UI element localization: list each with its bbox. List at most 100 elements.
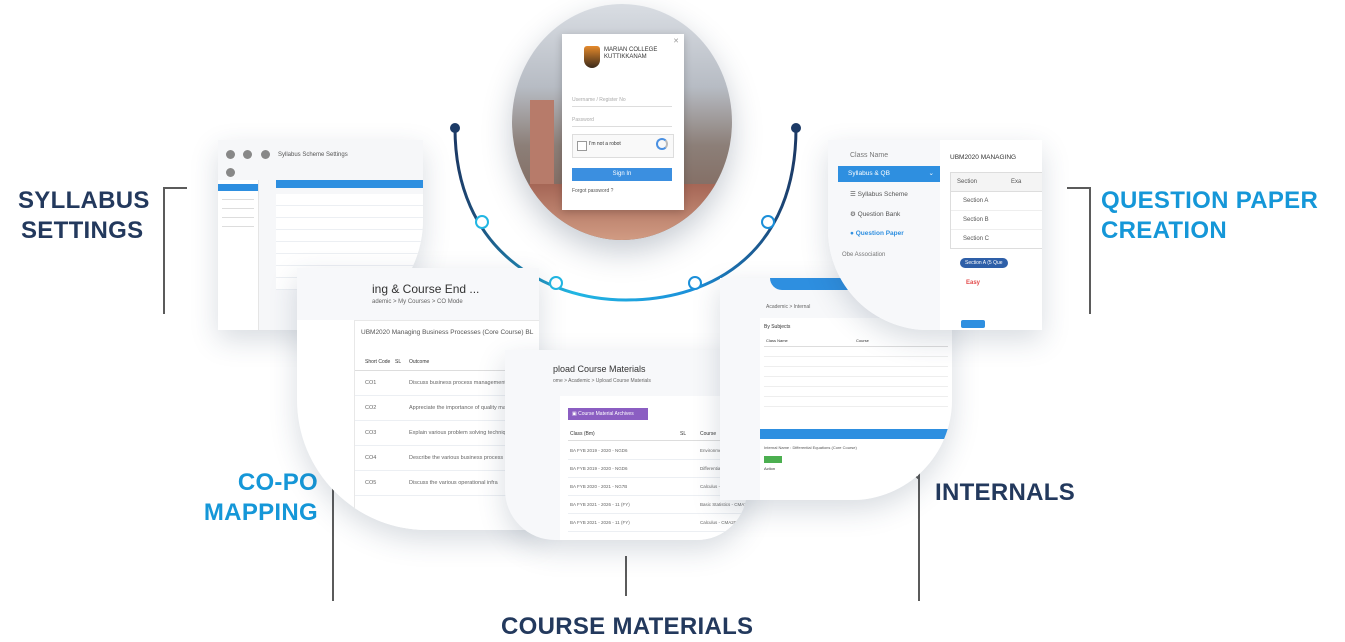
syllabus-settings-label: SYLLABUS SETTINGS [18, 186, 150, 246]
copo-row-code: CO3 [365, 430, 377, 436]
password-field[interactable]: Password [572, 114, 672, 127]
qp-label-line2: CREATION [1101, 217, 1227, 244]
co-po-mapping-preview: ing & Course End ... ademic > My Courses… [297, 268, 539, 530]
materials-panel: ▣ Course Material Archives Class (Bm) SL… [560, 396, 747, 540]
materials-title: pload Course Materials [553, 364, 646, 374]
qp-menu-item-paper[interactable]: ● Question Paper [850, 230, 904, 237]
arc-node-1 [475, 215, 489, 229]
materials-row-class: BA FYB 2019 - 2020 - NGD6 [570, 448, 628, 453]
qp-menu-item-bank[interactable]: ⚙ Question Bank [850, 210, 900, 218]
qp-easy-label: Easy [966, 280, 981, 286]
list-icon: ☰ [850, 191, 856, 198]
qp-menu-item-syllabus[interactable]: ☰ Syllabus Scheme [850, 190, 908, 198]
course-materials-label: COURSE MATERIALS [501, 612, 753, 642]
internals-breadcrumb: Academic > Internal [766, 304, 811, 310]
login-box: ✕ MARIAN COLLEGE KUTTIKKANAM Username / … [562, 34, 684, 210]
qp-sidebar: Class Name Syllabus & QB ⌄ ☰ Syllabus Sc… [828, 140, 940, 330]
copo-row-code: CO5 [365, 480, 377, 486]
qp-section-table: Section Exa Section A Section B Section … [950, 172, 1042, 249]
col-class: Class (Bm) [570, 431, 595, 437]
col-class-name: Class Name [766, 338, 788, 343]
qp-header: UBM2020 MANAGING [950, 154, 1017, 161]
copo-row-code: CO2 [365, 405, 377, 411]
internals-panel: By Subjects Class Name Course Internal N… [760, 318, 952, 500]
qp-menu-item-obe[interactable]: Obe Association [842, 252, 885, 258]
arc-node-4 [761, 215, 775, 229]
grid-icon [243, 150, 253, 159]
internals-action-label: Action [764, 466, 776, 471]
materials-table-row: BA FYB 2021 - 2026 - 11 (FY) Calculus - C… [568, 514, 747, 532]
internals-blue-bar [760, 429, 952, 439]
col-short-code: Short Code [365, 359, 391, 365]
internals-rows [764, 347, 948, 407]
college-logo [584, 46, 600, 68]
qp-menu-active[interactable]: Syllabus & QB ⌄ [838, 166, 940, 182]
syllabus-title: Syllabus Scheme Settings [278, 152, 348, 158]
copo-row-outcome: Appreciate the importance of quality man… [409, 405, 519, 411]
syllabus-sidebar [218, 180, 259, 330]
course-materials-preview: pload Course Materials ome > Academic > … [505, 350, 747, 540]
col-sl: SL [680, 431, 687, 437]
course-materials-label-text: COURSE MATERIALS [501, 613, 754, 640]
copo-label-line1: CO-PO [237, 469, 318, 496]
copo-row-code: CO4 [365, 455, 377, 461]
internals-label: INTERNALS [935, 478, 1075, 508]
college-name: MARIAN COLLEGE KUTTIKKANAM [604, 47, 657, 61]
sidebar-active-item[interactable] [218, 184, 258, 191]
question-paper-label: QUESTION PAPER CREATION [1101, 186, 1318, 246]
qp-menu-label-2: Question Bank [857, 211, 901, 218]
materials-row-class: BA FYB 2020 - 2021 - NG7B [570, 484, 628, 489]
sign-in-button[interactable]: Sign In [572, 168, 672, 181]
qp-bracket [1067, 187, 1091, 314]
grid-icon [226, 150, 235, 159]
copo-row-outcome: Discuss the various operational infra [409, 480, 498, 486]
copo-title: ing & Course End ... [372, 282, 480, 296]
syllabus-label-line1: SYLLABUS [18, 187, 150, 214]
col-sl: SL [395, 359, 402, 365]
qp-menu-label-1: Syllabus Scheme [857, 191, 908, 198]
grid-icon [260, 150, 270, 159]
qp-menu-label-4: Obe Association [842, 252, 886, 258]
copo-row-outcome: Describe the various business process [409, 455, 504, 461]
arc-node-2 [549, 276, 563, 290]
copo-row-code: CO1 [365, 380, 377, 386]
campus-building [530, 100, 554, 190]
dot-icon: ● [850, 230, 854, 237]
login-preview: ✕ MARIAN COLLEGE KUTTIKKANAM Username / … [512, 4, 732, 240]
question-paper-preview: Class Name Syllabus & QB ⌄ ☰ Syllabus Sc… [828, 140, 1042, 330]
college-name-line2: KUTTIKKANAM [604, 54, 647, 60]
course-materials-line [625, 556, 627, 596]
qp-section-tag: Section A (5 Que [960, 258, 1008, 268]
materials-breadcrumb: ome > Academic > Upload Course Materials [553, 378, 651, 384]
forgot-password-link[interactable]: Forgot password ? [572, 188, 613, 194]
copo-row-outcome: Explain various problem solving techniqu… [409, 430, 512, 436]
gear-icon: ⚙ [850, 211, 856, 218]
syllabus-icons [224, 148, 272, 178]
qp-label-line1: QUESTION PAPER [1101, 187, 1319, 214]
col-outcome: Outcome [409, 359, 430, 365]
captcha-text: I'm not a robot [589, 141, 621, 147]
captcha-box[interactable]: I'm not a robot [572, 134, 674, 158]
syllabus-bracket [163, 187, 187, 314]
grid-icon [226, 168, 235, 177]
course-material-archives-button[interactable]: ▣ Course Material Archives [568, 408, 648, 420]
college-name-line1: MARIAN COLLEGE [604, 47, 658, 53]
arc-end-dot-left [450, 123, 460, 133]
close-icon[interactable]: ✕ [673, 37, 679, 45]
captcha-checkbox[interactable] [577, 141, 587, 151]
copo-course-title: UBM2020 Managing Business Processes (Cor… [361, 329, 534, 336]
username-field[interactable]: Username / Register No [572, 94, 672, 107]
syllabus-blue-strip [276, 180, 423, 188]
qp-save-button[interactable] [961, 320, 985, 328]
copo-label-line2: MAPPING [203, 499, 318, 526]
chevron-down-icon: ⌄ [928, 170, 934, 177]
qp-section-b: Section B [951, 211, 1042, 230]
co-po-mapping-label: CO-PO MAPPING [196, 468, 318, 528]
qp-menu-label-3: Question Paper [855, 230, 904, 237]
arc-node-3 [688, 276, 702, 290]
internals-add-button[interactable] [764, 456, 782, 463]
qp-section-header: Section Exa [951, 173, 1042, 192]
col-course: Course [856, 338, 869, 343]
materials-row-class: BA FYB 2021 - 2026 - 11 (FY) [570, 520, 630, 525]
qp-section-a: Section A [951, 192, 1042, 211]
